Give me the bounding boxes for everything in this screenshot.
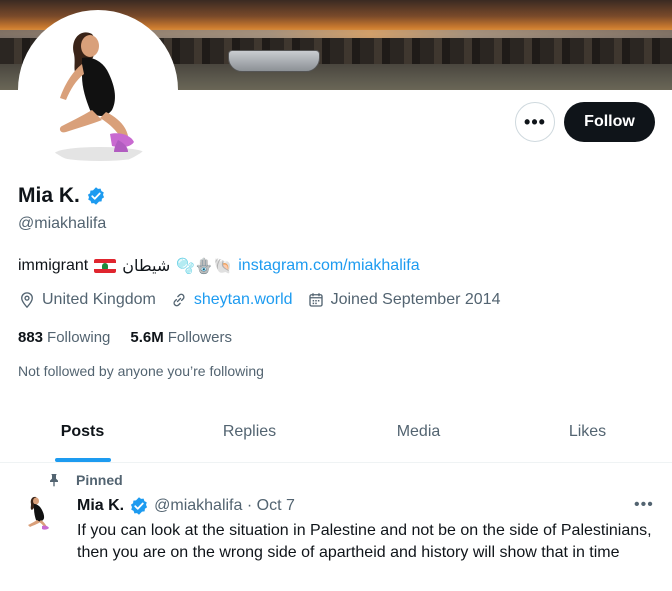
tab-likes-label: Likes: [568, 423, 607, 440]
verified-badge-icon[interactable]: [86, 186, 106, 206]
bio-emojis: 🫧🪬🐚: [176, 257, 233, 275]
tab-posts[interactable]: Posts: [0, 402, 165, 462]
followed-by-text: Not followed by anyone you’re following: [18, 363, 264, 379]
profile-tabs: Posts Replies Media Likes: [0, 402, 672, 463]
tweet-text: If you can look at the situation in Pale…: [77, 522, 652, 561]
tab-replies[interactable]: Replies: [165, 402, 334, 462]
pinned-indicator: Pinned: [46, 472, 123, 488]
tweet-avatar-illustration: [18, 492, 60, 534]
tab-posts-label: Posts: [60, 423, 105, 440]
pinned-label: Pinned: [76, 472, 123, 488]
link-icon: [173, 293, 185, 307]
website-item: sheytan.world: [170, 291, 293, 309]
pin-icon: [50, 474, 58, 487]
followers-count: 5.6M: [130, 329, 164, 346]
tweet-author-handle-date[interactable]: @miakhalifa · Oct 7: [154, 497, 295, 515]
tweet-more-button[interactable]: •••: [634, 496, 654, 514]
banner-boat: [228, 50, 320, 72]
follow-button-label: Follow: [584, 113, 635, 130]
more-options-label: •••: [524, 111, 546, 132]
following-count-link[interactable]: 883 Following: [18, 329, 110, 346]
avatar-figure-illustration: [22, 14, 174, 166]
location-icon: [21, 292, 33, 309]
active-tab-indicator: [54, 458, 111, 462]
bio-instagram-link[interactable]: instagram.com/miakhalifa: [238, 257, 419, 275]
name-row: Mia K.: [18, 184, 106, 208]
verified-badge-icon: [131, 497, 148, 515]
profile-avatar[interactable]: [18, 10, 178, 170]
followers-count-link[interactable]: 5.6M Followers: [130, 329, 232, 346]
location-item: United Kingdom: [18, 291, 156, 309]
bio-arabic-text: شيطان: [122, 258, 171, 275]
joined-item: Joined September 2014: [307, 291, 501, 309]
tab-likes[interactable]: Likes: [503, 402, 672, 462]
profile-handle: @miakhalifa: [18, 215, 107, 232]
tweet-author-name[interactable]: Mia K.: [77, 497, 124, 515]
location-text: United Kingdom: [42, 291, 156, 308]
following-count: 883: [18, 329, 44, 346]
followers-label: Followers: [167, 329, 232, 346]
tweet-avatar[interactable]: [18, 492, 60, 534]
joined-text: Joined September 2014: [330, 291, 501, 308]
profile-meta: United Kingdom sheytan.world Joined Sept…: [18, 291, 500, 309]
lebanon-flag-icon: [94, 259, 117, 273]
profile-bio: immigrant شيطان 🫧🪬🐚 instagram.com/miakha…: [18, 256, 420, 276]
display-name: Mia K.: [18, 184, 80, 207]
bio-text: immigrant: [18, 257, 89, 274]
more-options-button[interactable]: •••: [515, 102, 555, 142]
tab-replies-label: Replies: [222, 423, 277, 440]
following-label: Following: [47, 329, 111, 346]
tab-media[interactable]: Media: [334, 402, 503, 462]
tab-media-label: Media: [396, 423, 441, 440]
calendar-icon: [308, 293, 323, 307]
tweet-header: Mia K. @miakhalifa · Oct 7: [77, 496, 295, 516]
website-link[interactable]: sheytan.world: [194, 291, 293, 309]
follow-button[interactable]: Follow: [564, 102, 655, 142]
follow-counts: 883 Following 5.6M Followers: [18, 329, 232, 346]
